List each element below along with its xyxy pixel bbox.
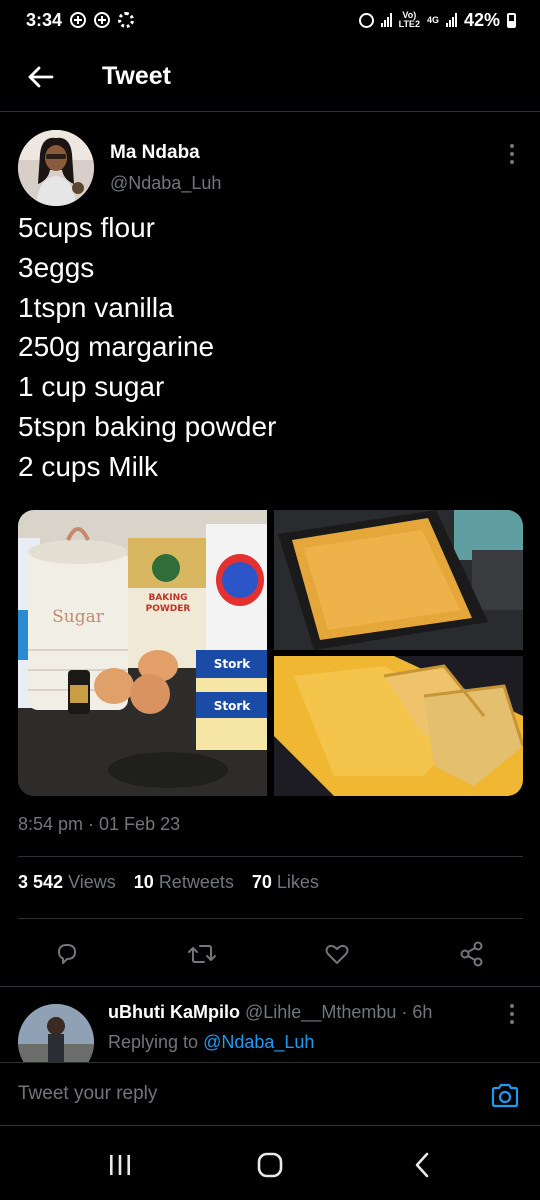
author-name[interactable]: Ma Ndaba — [110, 142, 200, 164]
heart-icon — [325, 944, 349, 964]
reply-author-name[interactable]: uBhuti KaMpilo — [108, 1002, 240, 1022]
avatar[interactable] — [18, 130, 94, 206]
replying-prefix: Replying to — [108, 1032, 199, 1052]
alarm-icon — [358, 12, 374, 28]
retweets-stat[interactable]: 10 Retweets — [134, 872, 234, 893]
back-nav-button[interactable] — [400, 1150, 444, 1180]
reply-button[interactable] — [45, 932, 89, 976]
divider — [0, 986, 540, 987]
more-dot — [510, 1020, 514, 1024]
reply-context: Replying to @Ndaba_Luh — [108, 1032, 314, 1053]
reply-avatar-image — [18, 1004, 94, 1062]
reply-header: uBhuti KaMpilo @Lihle__Mthembu · 6h — [108, 1002, 432, 1023]
reply-more-button[interactable] — [502, 1002, 522, 1026]
recents-button[interactable] — [98, 1150, 142, 1180]
retweets-count: 10 — [133, 872, 154, 892]
tweet-stats: 3 542 Views 10 Retweets 70 Likes — [18, 872, 523, 893]
network-type: 4G — [426, 14, 439, 25]
tweet-actions — [0, 932, 540, 988]
status-left: 3:34 — [26, 9, 135, 31]
app-header: Tweet — [0, 42, 540, 112]
divider — [18, 918, 523, 919]
more-dot — [510, 1004, 514, 1008]
arrow-left-icon — [28, 66, 54, 87]
tweet-line: 1tspn vanilla — [18, 291, 174, 323]
tweet-timestamp: 8:54 pm · 01 Feb 23 — [18, 814, 181, 834]
signal-icon — [380, 13, 392, 27]
tweet-line: 250g margarine — [18, 331, 215, 363]
stork-label: Stork — [214, 657, 252, 671]
back-button[interactable] — [10, 47, 70, 107]
home-icon — [257, 1152, 283, 1178]
tweet-line: 2 cups Milk — [18, 450, 159, 482]
reply-input[interactable]: Tweet your reply — [18, 1083, 157, 1105]
views-label: Views — [68, 872, 116, 892]
retweets-label: Retweets — [158, 872, 234, 892]
replying-to-link[interactable]: @Ndaba_Luh — [203, 1032, 314, 1052]
tweet-line: 5cups flour — [18, 212, 155, 243]
likes-stat[interactable]: 70 Likes — [252, 872, 319, 893]
more-dot — [510, 144, 514, 148]
cake-pan-photo[interactable] — [274, 510, 523, 650]
cake-slices-image — [274, 656, 523, 796]
camera-icon — [491, 1083, 519, 1108]
recents-icon — [110, 1155, 130, 1175]
lte-label: LTE2 — [398, 19, 420, 29]
gear-icon — [118, 12, 135, 28]
retweet-button[interactable] — [180, 932, 224, 976]
avatar-image — [18, 130, 94, 206]
share-button[interactable] — [450, 932, 494, 976]
reply-tweet[interactable]: uBhuti KaMpilo @Lihle__Mthembu · 6h Repl… — [0, 988, 540, 1062]
svg-text:POWDER: POWDER — [146, 604, 191, 614]
more-dot — [510, 160, 514, 164]
tweet-line: 1 cup sugar — [18, 371, 165, 403]
reply-composer: Tweet your reply — [0, 1062, 540, 1126]
like-button[interactable] — [315, 932, 359, 976]
svg-text:BAKING: BAKING — [148, 593, 187, 603]
ingredients-photo[interactable]: Sugar BAKING POWDER Stork Stork — [18, 510, 267, 796]
author-handle[interactable]: @Ndaba_Luh — [110, 173, 221, 194]
tweet-line: 5tspn baking powder — [18, 410, 277, 442]
soccer-ball-icon — [94, 12, 111, 28]
tweet-author: Ma Ndaba @Ndaba_Luh — [0, 112, 540, 208]
system-nav-bar — [0, 1126, 540, 1200]
tweet: Ma Ndaba @Ndaba_Luh 5cups flour 3eggs 1t… — [0, 112, 540, 987]
tweet-text: 5cups flour 3eggs 1tspn vanilla 250g mar… — [18, 208, 518, 487]
signal-icon — [445, 13, 457, 27]
page-title: Tweet — [102, 62, 171, 90]
cake-pan-image — [274, 510, 523, 650]
tweet-line: 3eggs — [18, 251, 95, 283]
battery-percent: 42% — [463, 9, 500, 30]
reply-icon — [58, 944, 76, 964]
camera-button[interactable] — [490, 1083, 520, 1109]
avatar[interactable] — [18, 1004, 94, 1062]
more-dot — [510, 152, 514, 156]
divider — [18, 856, 523, 857]
status-right: Vo) LTE2 4G 42% — [358, 9, 516, 31]
soccer-ball-icon — [70, 12, 87, 28]
ingredients-image: Sugar BAKING POWDER Stork Stork — [18, 510, 267, 796]
likes-count: 70 — [251, 872, 272, 892]
status-bar: 3:34 Vo) LTE2 4G 42% — [0, 0, 540, 40]
retweet-icon — [188, 945, 216, 963]
svg-text:Stork: Stork — [214, 699, 252, 713]
likes-label: Likes — [276, 872, 319, 892]
battery-icon — [507, 12, 516, 28]
more-dot — [510, 1012, 514, 1016]
tweet-detail-screen: 3:34 Vo) LTE2 4G 42% Tweet Ma Ndaba @Nda… — [0, 0, 540, 1200]
volte-indicator: Vo) LTE2 — [399, 11, 420, 29]
more-options-button[interactable] — [502, 142, 522, 166]
reply-meta: @Lihle__Mthembu · 6h — [245, 1002, 433, 1022]
chevron-left-icon — [415, 1152, 429, 1178]
views-stat[interactable]: 3 542 Views — [18, 872, 116, 893]
status-time: 3:34 — [26, 9, 63, 30]
views-count: 3 542 — [18, 872, 64, 892]
canister-label: Sugar — [52, 607, 105, 627]
share-icon — [460, 941, 483, 967]
tweet-media: Sugar BAKING POWDER Stork Stork — [18, 510, 523, 796]
home-button[interactable] — [248, 1150, 292, 1180]
cake-slices-photo[interactable] — [274, 656, 523, 796]
